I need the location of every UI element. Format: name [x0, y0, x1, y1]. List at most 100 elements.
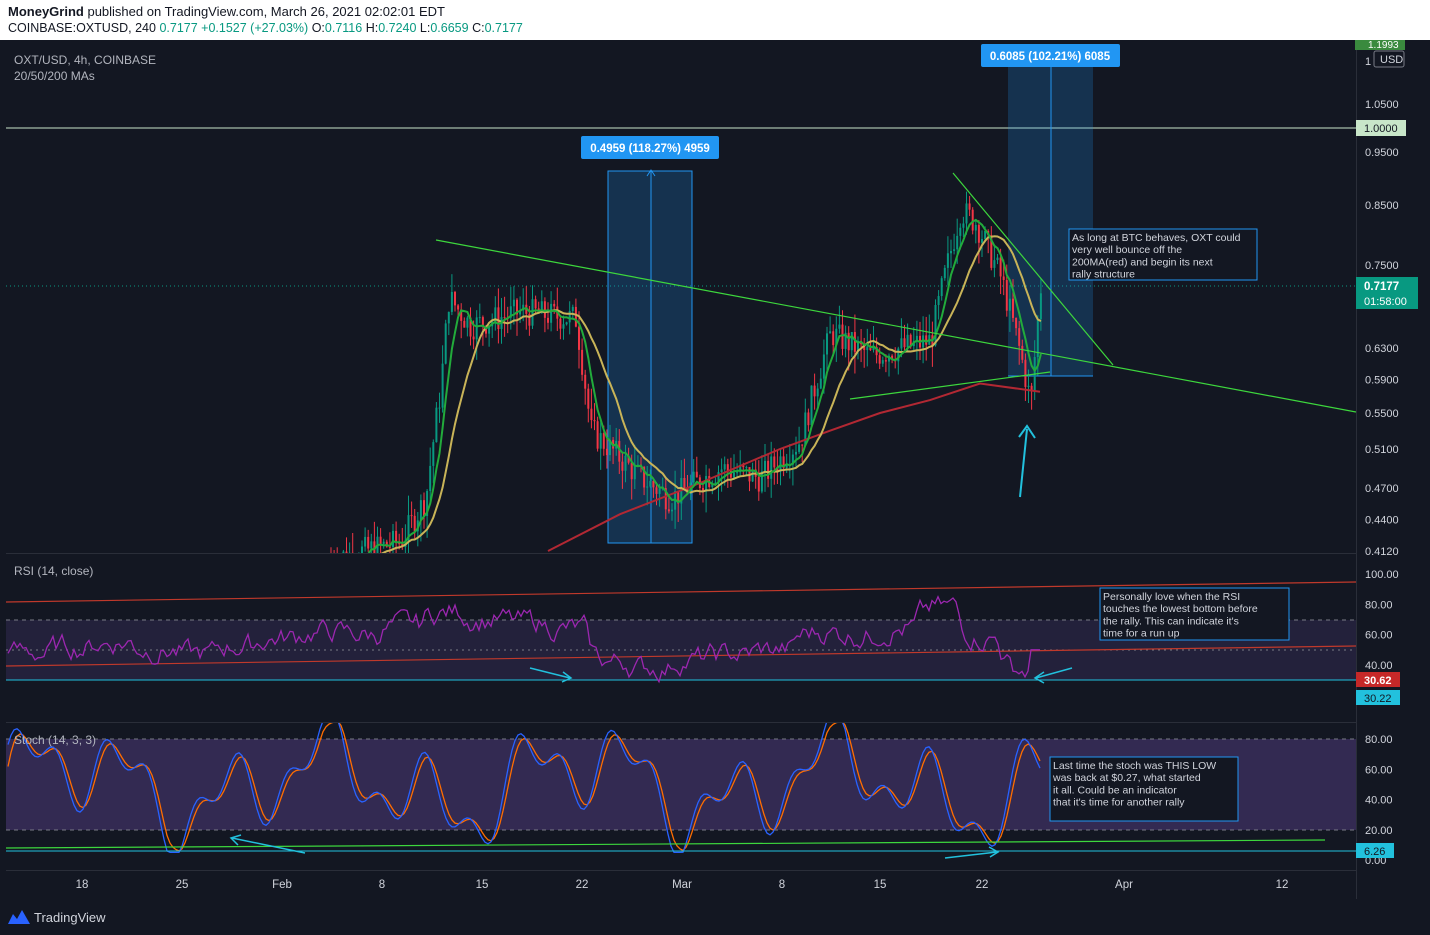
candle-body — [810, 385, 813, 426]
candle-body — [565, 322, 568, 325]
candle-body — [649, 480, 652, 487]
candle-body — [534, 299, 537, 309]
y-tick-label: 0.5500 — [1365, 408, 1399, 420]
y-tick-label: 0.9500 — [1365, 147, 1399, 159]
measure-text-2: 0.6085 (102.21%) 6085 — [990, 51, 1111, 63]
candle-body — [847, 332, 850, 351]
candle-body — [723, 464, 726, 470]
candle-body — [441, 363, 444, 408]
candle-body — [624, 455, 627, 471]
stoch-tick-label: 80.00 — [1365, 734, 1393, 746]
candle-body — [974, 224, 977, 231]
publisher-name[interactable]: MoneyGrind — [8, 4, 84, 19]
candle-body — [940, 278, 943, 297]
candle-body — [633, 464, 636, 480]
candle-body — [822, 354, 825, 379]
x-tick-label: 22 — [576, 879, 589, 891]
rsi-legend[interactable]: RSI (14, close) — [14, 564, 93, 578]
y-tick-label: 0.6300 — [1365, 343, 1399, 355]
candle-body — [392, 530, 394, 548]
note-line: Personally love when the RSI — [1103, 591, 1240, 603]
y-tick-label: 0.7500 — [1365, 260, 1399, 272]
rsi-badge-cyan-label: 30.22 — [1364, 693, 1392, 705]
stoch-badge-label: 6.26 — [1364, 846, 1385, 858]
candle-body — [819, 378, 822, 389]
last-price: 0.7177 — [159, 21, 198, 35]
candle-body — [571, 306, 574, 311]
candle-body — [596, 421, 599, 449]
candle-body — [1008, 298, 1011, 311]
candle-body — [1018, 328, 1021, 346]
chart-canvas[interactable]: OXT/USD, 4h, COINBASE 20/50/200 MAs RSI … — [0, 40, 1430, 899]
candle-body — [444, 323, 447, 364]
x-tick-label: 22 — [976, 879, 989, 891]
tradingview-icon — [8, 910, 30, 924]
rsi-tick-label: 40.00 — [1365, 660, 1393, 672]
candle-body — [1036, 319, 1039, 358]
candle-body — [432, 442, 435, 466]
last-price-badge-label: 0.7177 — [1364, 281, 1399, 293]
candle-body — [463, 320, 466, 328]
note-line: it all. Could be an indicator — [1053, 784, 1177, 796]
candle-body — [950, 250, 952, 254]
candle-body — [733, 472, 735, 478]
close-label: C: — [472, 21, 485, 35]
candle-body — [993, 260, 996, 268]
open-label: O: — [311, 21, 325, 35]
candle-body — [841, 324, 844, 349]
countdown-label: 01:58:00 — [1364, 296, 1407, 308]
candle-body — [438, 407, 441, 409]
price-scale-border — [1356, 40, 1357, 899]
ma-legend[interactable]: 20/50/200 MAs — [14, 69, 95, 83]
candle-body — [630, 462, 633, 480]
candle-body — [943, 267, 946, 279]
x-tick-label: 15 — [874, 879, 887, 891]
candle-body — [531, 299, 534, 326]
candle-body — [965, 203, 968, 224]
candle-body — [878, 355, 881, 364]
publish-header: MoneyGrind published on TradingView.com,… — [0, 0, 1430, 40]
y-tick-label: 0.5100 — [1365, 444, 1399, 456]
candle-body — [1015, 317, 1018, 329]
stoch-legend[interactable]: Stoch (14, 3, 3) — [14, 733, 96, 747]
x-tick-label: Apr — [1115, 879, 1133, 891]
candle-body — [367, 536, 370, 549]
candle-body — [764, 460, 766, 472]
rsi-tick-label: 100.00 — [1365, 569, 1399, 581]
note-line: time for a run up — [1103, 628, 1180, 640]
candle-body — [959, 227, 962, 236]
candle-body — [813, 385, 816, 397]
candle-body — [1027, 385, 1030, 387]
candle-body — [543, 301, 546, 318]
candle-body — [745, 467, 748, 469]
price-change: +0.1527 (+27.03%) — [201, 21, 309, 35]
candle-body — [553, 303, 556, 307]
candle-body — [816, 388, 819, 397]
published-text: published on TradingView.com, March 26, … — [87, 4, 445, 19]
candle-body — [423, 500, 425, 517]
candle-body — [736, 472, 739, 474]
candle-body — [562, 324, 565, 329]
y-tick-label: 0.8500 — [1365, 200, 1399, 212]
candle-body — [760, 471, 763, 492]
candle-body — [454, 291, 456, 306]
tradingview-brand: TradingView — [34, 909, 106, 925]
candle-body — [605, 448, 608, 456]
candle-body — [720, 469, 723, 473]
candle-body — [466, 317, 469, 328]
candle-body — [903, 338, 906, 348]
top-price-label: 1.1993 — [1368, 40, 1399, 51]
note-line: the rally. This can indicate it's — [1103, 615, 1239, 627]
note-line: very well bounce off the — [1072, 244, 1182, 256]
tradingview-logo[interactable]: TradingView — [8, 907, 106, 927]
candle-body — [671, 509, 673, 512]
x-tick-label: 8 — [779, 879, 785, 891]
candle-body — [968, 203, 971, 210]
candle-body — [574, 306, 577, 327]
candle-body — [946, 253, 949, 268]
low-value: 0.6659 — [430, 21, 469, 35]
candle-body — [996, 257, 999, 261]
candle-body — [773, 456, 776, 468]
symbol-legend[interactable]: OXT/USD, 4h, COINBASE — [14, 53, 156, 67]
high-value: 0.7240 — [378, 21, 417, 35]
